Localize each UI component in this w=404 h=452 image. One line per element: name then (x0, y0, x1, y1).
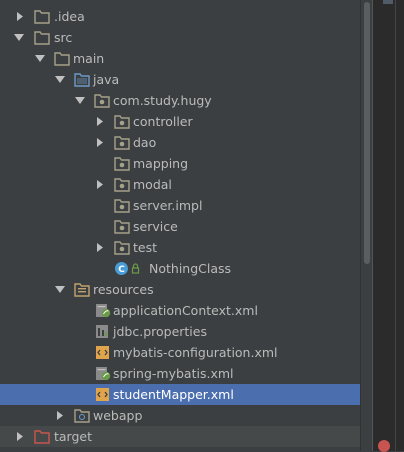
tree-item-mapping[interactable]: mapping (0, 153, 360, 174)
chevron-right-icon[interactable] (15, 426, 27, 447)
tree-item-label: .idea (54, 9, 85, 24)
package-icon (114, 114, 130, 129)
tree-item-mybatis-configuration[interactable]: mybatis-configuration.xml (0, 342, 360, 363)
chevron-down-icon[interactable] (13, 27, 25, 48)
tree-item-nothing-class[interactable]: C NothingClass (0, 258, 360, 279)
chevron-down-icon[interactable] (34, 48, 46, 69)
xml-file-icon (95, 387, 111, 402)
tree-item-src[interactable]: src (0, 27, 360, 48)
tree-item-label: jdbc.properties (113, 324, 207, 339)
tree-item-label: com.study.hugy (113, 93, 212, 108)
chevron-right-icon[interactable] (95, 237, 107, 258)
tree-item-label: main (73, 51, 105, 66)
tree-item-label: webapp (93, 408, 143, 423)
tree-item-label: dao (133, 135, 157, 150)
scrollbar-thumb[interactable] (364, 2, 370, 264)
excluded-folder-icon (34, 429, 50, 444)
package-icon (94, 93, 110, 108)
tree-item-label: controller (133, 114, 193, 129)
tree-item-service[interactable]: service (0, 216, 360, 237)
tree-item-label: test (133, 240, 158, 255)
chevron-right-icon[interactable] (15, 6, 27, 27)
tree-item-server-impl[interactable]: server.impl (0, 195, 360, 216)
editor-gutter (372, 0, 404, 452)
chevron-down-icon[interactable] (54, 279, 66, 300)
tree-item-application-context[interactable]: applicationContext.xml (0, 300, 360, 321)
folder-icon (34, 30, 50, 45)
tree-item-label: server.impl (133, 198, 203, 213)
java-class-icon: C (114, 261, 144, 276)
package-icon (114, 177, 130, 192)
package-icon (114, 240, 130, 255)
tree-item-label: studentMapper.xml (113, 387, 234, 402)
folder-icon (34, 9, 50, 24)
web-folder-icon (74, 408, 90, 423)
chevron-down-icon[interactable] (74, 90, 86, 111)
tree-item-java[interactable]: java (0, 69, 360, 90)
scroll-marker (383, 0, 393, 4)
tree-item-label: NothingClass (149, 261, 232, 276)
tree-item-controller[interactable]: controller (0, 111, 360, 132)
chevron-down-icon[interactable] (54, 69, 66, 90)
tree-item-spring-mybatis[interactable]: spring-mybatis.xml (0, 363, 360, 384)
package-icon (114, 135, 130, 150)
properties-file-icon (95, 324, 111, 339)
tree-item-label: modal (133, 177, 172, 192)
tree-item-label: mapping (133, 156, 189, 171)
error-marker-icon[interactable] (378, 440, 390, 452)
tree-item-label: mybatis-configuration.xml (113, 345, 278, 360)
spring-xml-file-icon (95, 366, 111, 381)
tree-item-modal[interactable]: modal (0, 174, 360, 195)
tree-item-test[interactable]: test (0, 237, 360, 258)
tree-item-label: applicationContext.xml (113, 303, 258, 318)
chevron-right-icon[interactable] (95, 111, 107, 132)
gutter-divider (395, 0, 396, 451)
svg-text:C: C (118, 265, 125, 275)
tree-item-label: src (54, 30, 73, 45)
resources-folder-icon (74, 282, 90, 297)
tree-item-dao[interactable]: dao (0, 132, 360, 153)
package-icon (114, 219, 130, 234)
chevron-right-icon[interactable] (95, 132, 107, 153)
tree-item-target[interactable]: target (0, 426, 360, 447)
tree-item-student-mapper[interactable]: studentMapper.xml (0, 384, 360, 405)
xml-file-icon (95, 345, 111, 360)
tree-item-label: java (93, 72, 120, 87)
tree-item-jdbc-properties[interactable]: jdbc.properties (0, 321, 360, 342)
tree-item-label: spring-mybatis.xml (113, 366, 234, 381)
tree-item-webapp[interactable]: webapp (0, 405, 360, 426)
package-icon (114, 198, 130, 213)
tree-item-label: service (133, 219, 178, 234)
project-tree: .idea src main java com.study.hugy contr… (0, 0, 360, 451)
tree-item-label: resources (93, 282, 154, 297)
tree-item-idea[interactable]: .idea (0, 6, 360, 27)
tree-item-label: target (54, 429, 93, 444)
chevron-right-icon[interactable] (55, 405, 67, 426)
spring-xml-file-icon (95, 303, 111, 318)
tree-item-main[interactable]: main (0, 48, 360, 69)
package-icon (114, 156, 130, 171)
tree-item-resources[interactable]: resources (0, 279, 360, 300)
tree-item-package[interactable]: com.study.hugy (0, 90, 360, 111)
source-folder-icon (74, 72, 90, 87)
chevron-right-icon[interactable] (95, 174, 107, 195)
folder-icon (54, 51, 70, 66)
